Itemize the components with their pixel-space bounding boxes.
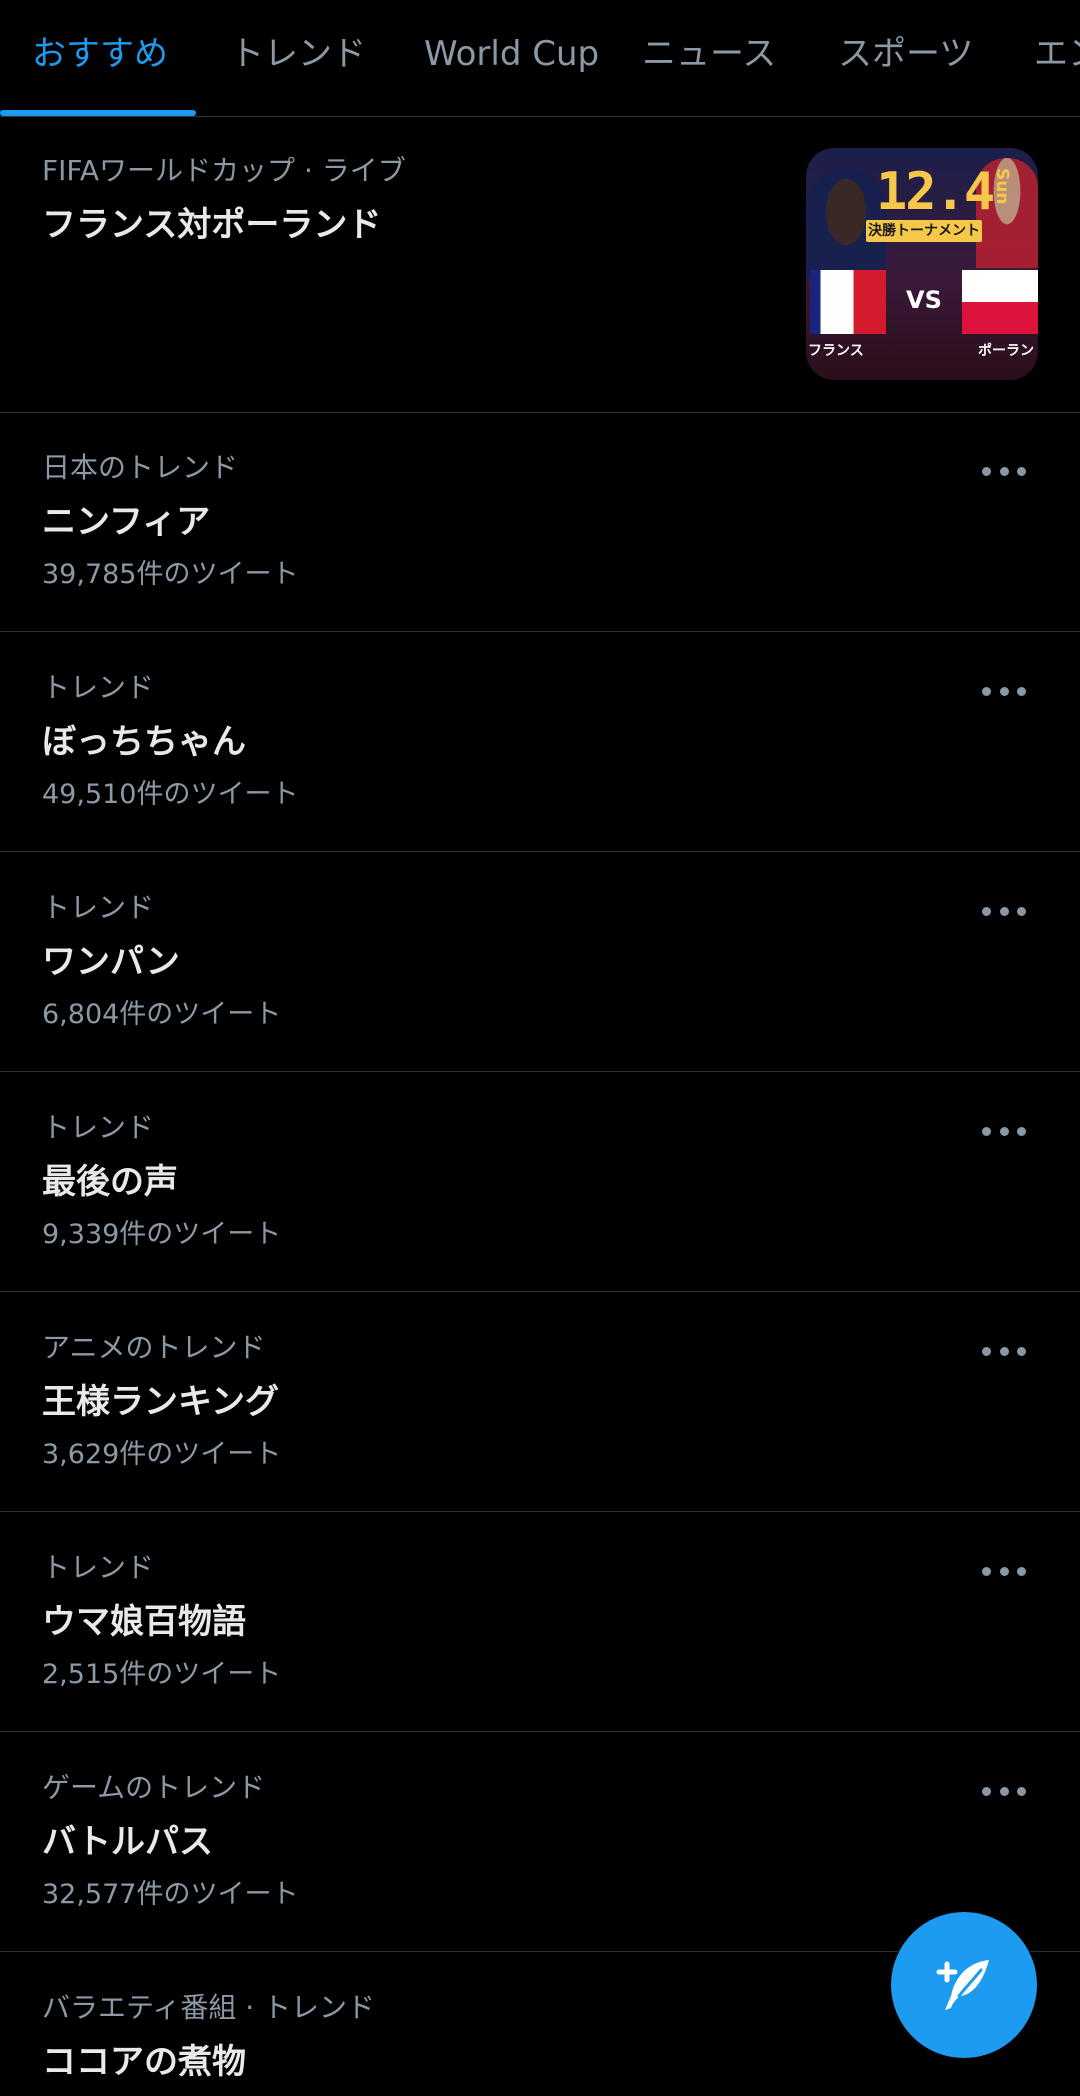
trend-category: アニメのトレンド [42,1331,266,1364]
thumbnail-day: Sun [992,168,1012,205]
team-right-label: ポーラン [978,343,1034,359]
trend-title: ウマ娘百物語 [42,1602,246,1642]
trend-count: 32,577件のツイート [42,1879,299,1910]
poland-flag-icon [962,270,1038,334]
more-dots-icon[interactable] [982,684,1026,698]
trend-title: 王様ランキング [42,1382,279,1422]
trend-title: ニンフィア [42,502,211,542]
compose-tweet-button[interactable] [891,1912,1037,2058]
tab-news[interactable]: ニュース [642,0,776,112]
more-dots-icon[interactable] [982,1564,1026,1578]
trend-category: バラエティ番組 · トレンド [42,1991,376,2024]
more-dots-icon[interactable] [982,1124,1026,1138]
trend-count: 9,339件のツイート [42,1219,282,1250]
france-flag-icon [810,270,886,334]
more-dots-icon[interactable] [982,1344,1026,1358]
tab-sports[interactable]: スポーツ [838,0,973,112]
team-left-label: フランス [808,343,864,359]
compose-feather-icon [936,1960,989,2010]
trend-category: トレンド [42,671,155,704]
trend-count: 2,515件のツイート [42,1659,282,1690]
more-dots-icon[interactable] [982,904,1026,918]
trend-item[interactable]: アニメのトレンド 王様ランキング 3,629件のツイート [0,1292,1080,1512]
trend-item[interactable]: トレンド ウマ娘百物語 2,515件のツイート [0,1512,1080,1732]
trend-category: トレンド [42,1111,155,1144]
tab-entertainment[interactable]: エン [1034,0,1080,112]
event-title: フランス対ポーランド [42,205,382,245]
trend-count: 6,804件のツイート [42,999,282,1030]
trend-count: 49,510件のツイート [42,779,299,810]
thumbnail-vs: VS [906,286,942,314]
trend-title: ぼっちちゃん [42,722,246,762]
trend-category: トレンド [42,891,155,924]
trend-count: 3,629件のツイート [42,1439,282,1470]
trend-title: 最後の声 [42,1162,178,1202]
explore-tab-bar: おすすめ トレンド World Cup ニュース スポーツ エン [0,0,1080,117]
trend-title: ワンパン [42,942,180,982]
event-category: FIFAワールドカップ · ライブ [42,154,406,187]
trend-item[interactable]: トレンド ワンパン 6,804件のツイート [0,852,1080,1072]
active-tab-indicator [0,110,196,116]
trend-item[interactable]: ゲームのトレンド バトルパス 32,577件のツイート [0,1732,1080,1952]
trend-item[interactable]: トレンド 最後の声 9,339件のツイート [0,1072,1080,1292]
more-dots-icon[interactable] [982,1784,1026,1798]
trend-category: 日本のトレンド [42,451,239,484]
more-dots-icon[interactable] [982,464,1026,478]
trend-title: ココアの煮物 [42,2042,246,2082]
trend-item[interactable]: トレンド ぼっちちゃん 49,510件のツイート [0,632,1080,852]
trend-category: トレンド [42,1551,155,1584]
thumbnail-badge: 決勝トーナメント [866,220,982,242]
trend-count: 39,785件のツイート [42,559,299,590]
trend-category: ゲームのトレンド [42,1771,266,1804]
tab-trending[interactable]: トレンド [230,0,366,112]
trend-title: バトルパス [42,1822,214,1862]
tab-for-you[interactable]: おすすめ [32,0,168,112]
tab-world-cup[interactable]: World Cup [424,0,599,112]
event-thumbnail[interactable]: 12.4 Sun 決勝トーナメント VS フランス ポーラン [806,148,1038,380]
thumbnail-date: 12.4 [876,162,995,222]
trend-item[interactable]: 日本のトレンド ニンフィア 39,785件のツイート [0,412,1080,632]
